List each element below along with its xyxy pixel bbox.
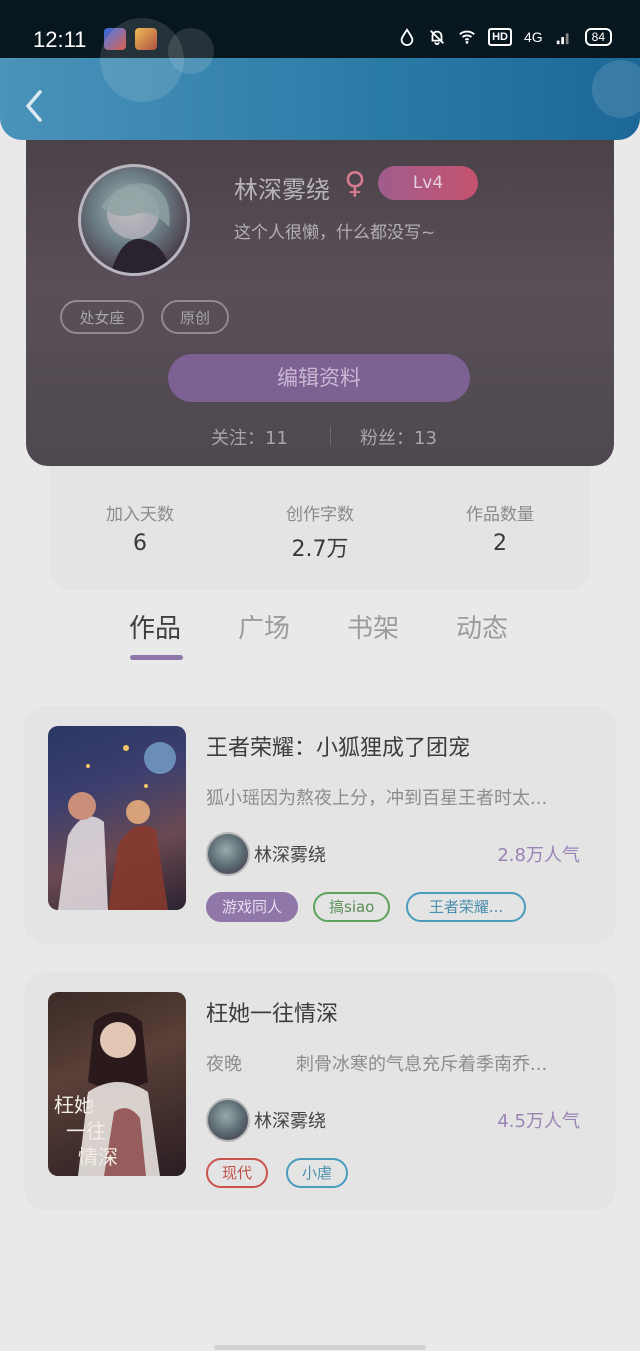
cover-calligraphy: 情深 — [78, 1145, 118, 1169]
follow-divider — [330, 426, 331, 446]
stats-card: 加入天数 6 创作字数 2.7万 作品数量 2 — [50, 466, 590, 590]
tab-activity[interactable]: 动态 — [456, 608, 508, 645]
work-description: 狐小瑶因为熬夜上分，冲到百星王者时太... — [206, 788, 548, 809]
profile-card: 林深雾绕 ♀ Lv4 这个人很懒，什么都没写~ 处女座 原创 编辑资料 关注：1… — [26, 140, 614, 466]
edit-profile-button[interactable]: 编辑资料 — [168, 354, 470, 402]
status-icons: HD 4G 84 — [398, 28, 612, 46]
active-tab-indicator — [130, 655, 183, 660]
work-title[interactable]: 枉她一往情深 — [206, 996, 338, 1028]
stat-label: 创作字数 — [286, 505, 354, 525]
network-label: 4G — [523, 29, 543, 45]
mute-bell-icon — [430, 30, 444, 46]
cover-art — [58, 742, 176, 910]
tag-chip[interactable]: 王者荣耀... — [406, 892, 526, 922]
work-cover-image[interactable]: 枉她 一往 情深 — [48, 992, 186, 1176]
decor-bubble — [592, 60, 640, 118]
home-indicator — [214, 1345, 426, 1350]
tab-bookshelf[interactable]: 书架 — [347, 608, 399, 645]
work-card[interactable]: 枉她 一往 情深 枉她一往情深 夜晚 刺骨冰寒的气息充斥着季南乔... 林深雾绕… — [24, 972, 616, 1210]
signal-icon — [556, 33, 569, 45]
stat-works-count: 作品数量 2 — [420, 500, 580, 556]
tab-square[interactable]: 广场 — [238, 608, 290, 645]
status-time: 12:11 — [33, 27, 87, 52]
tab-works[interactable]: 作品 — [129, 608, 181, 645]
female-gender-icon: ♀ — [344, 166, 366, 201]
tab-bar: 作品 广场 书架 动态 — [0, 608, 640, 668]
water-drop-icon — [400, 28, 414, 46]
popularity-count: 4.5万人气 — [497, 1111, 580, 1132]
cover-art: 枉她 一往 情深 — [54, 1012, 160, 1176]
popularity-count: 2.8万人气 — [497, 845, 580, 866]
decor-bubble — [168, 28, 214, 74]
stat-value: 6 — [133, 531, 147, 556]
stat-word-count: 创作字数 2.7万 — [240, 500, 400, 563]
tag-chip[interactable]: 现代 — [206, 1158, 269, 1188]
user-bio: 这个人很懒，什么都没写~ — [234, 223, 436, 243]
stat-join-days: 加入天数 6 — [60, 500, 220, 556]
cover-calligraphy: 枉她 — [54, 1093, 94, 1117]
status-bar: 12:11 HD 4G 84 — [0, 0, 640, 58]
tag-chip[interactable]: 游戏同人 — [206, 892, 299, 922]
author-name: 林深雾绕 — [254, 845, 326, 866]
author-avatar — [206, 1098, 250, 1142]
stat-label: 作品数量 — [466, 505, 534, 525]
tag-original: 原创 — [161, 300, 229, 334]
followers-count[interactable]: 粉丝：13 — [360, 424, 437, 450]
avatar-art — [101, 183, 171, 273]
cover-calligraphy: 一往 — [66, 1119, 106, 1143]
work-description: 夜晚 刺骨冰寒的气息充斥着季南乔... — [206, 1054, 548, 1075]
level-badge: Lv4 — [378, 166, 478, 200]
tag-chip[interactable]: 搞siao — [313, 892, 391, 922]
user-avatar[interactable] — [78, 164, 190, 276]
username: 林深雾绕 — [234, 176, 330, 204]
stat-label: 加入天数 — [106, 505, 174, 525]
work-title[interactable]: 王者荣耀：小狐狸成了团宠 — [206, 730, 470, 762]
wifi-icon — [459, 30, 475, 44]
author-avatar — [206, 832, 250, 876]
work-cover-image[interactable] — [48, 726, 186, 910]
back-arrow-icon[interactable] — [18, 86, 52, 126]
battery-indicator: 84 — [584, 28, 612, 46]
following-count[interactable]: 关注：11 — [211, 424, 288, 450]
tag-chip[interactable]: 小虐 — [286, 1158, 349, 1188]
tag-zodiac: 处女座 — [60, 300, 144, 334]
work-card[interactable]: 王者荣耀：小狐狸成了团宠 狐小瑶因为熬夜上分，冲到百星王者时太... 林深雾绕 … — [24, 706, 616, 944]
author-name: 林深雾绕 — [254, 1111, 326, 1132]
header-bar — [0, 18, 640, 140]
stat-value: 2 — [493, 531, 507, 556]
hd-icon: HD — [488, 28, 512, 46]
stat-value: 2.7万 — [291, 537, 349, 562]
